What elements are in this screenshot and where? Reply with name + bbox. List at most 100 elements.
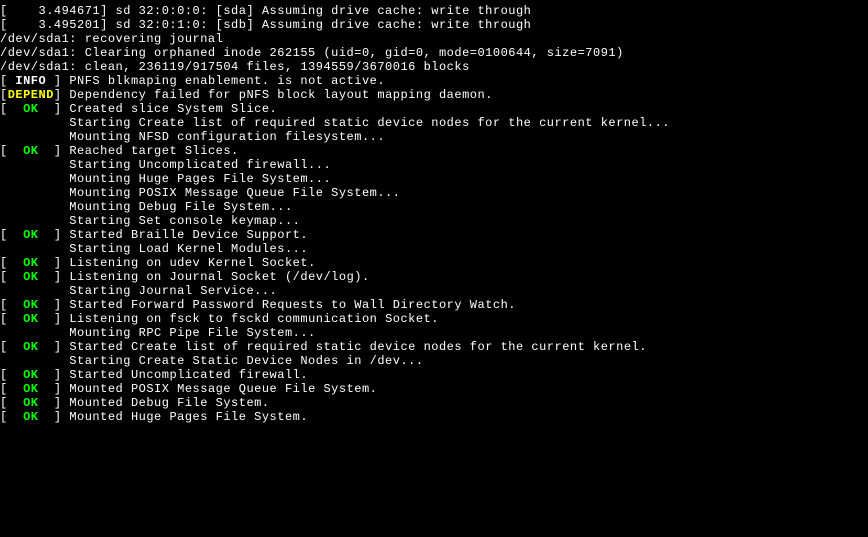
status-message: PNFS blkmaping enablement. is not active… [69,74,385,88]
console-line: [ 3.495201] sd 32:0:1:0: [sdb] Assuming … [0,18,868,32]
status-message: Listening on Journal Socket (/dev/log). [69,270,369,284]
status-bracket: [ [0,410,8,424]
status-bracket: [ [0,74,8,88]
status-message: Reached target Slices. [69,144,238,158]
console-line: Starting Load Kernel Modules... [0,242,868,256]
status-bracket: [ [0,88,8,102]
status-message: Mounted POSIX Message Queue File System. [69,382,377,396]
console-line: Mounting NFSD configuration filesystem..… [0,130,868,144]
console-line: Mounting POSIX Message Queue File System… [0,186,868,200]
status-message: Started Forward Password Requests to Wal… [69,298,516,312]
status-bracket: [ [0,270,8,284]
status-bracket: [ [0,298,8,312]
console-line: [ OK ] Started Braille Device Support. [0,228,868,242]
console-line: [ OK ] Started Uncomplicated firewall. [0,368,868,382]
console-text: /dev/sda1: recovering journal [0,32,223,46]
status-label: OK [8,144,54,158]
console-line: Mounting Huge Pages File System... [0,172,868,186]
console-line: Starting Create Static Device Nodes in /… [0,354,868,368]
console-text: Mounting POSIX Message Queue File System… [0,186,400,200]
console-text: Mounting RPC Pipe File System... [0,326,316,340]
status-message: Started Create list of required static d… [69,340,647,354]
console-line: [ OK ] Created slice System Slice. [0,102,868,116]
status-label: OK [8,340,54,354]
status-bracket: [ [0,228,8,242]
console-line: [ OK ] Started Forward Password Requests… [0,298,868,312]
status-bracket: [ [0,102,8,116]
status-bracket: [ [0,382,8,396]
status-message: Listening on udev Kernel Socket. [69,256,315,270]
console-line: Starting Create list of required static … [0,116,868,130]
console-line: [ OK ] Mounted Debug File System. [0,396,868,410]
console-line: [ OK ] Started Create list of required s… [0,340,868,354]
console-line: [DEPEND] Dependency failed for pNFS bloc… [0,88,868,102]
status-bracket: ] [54,396,69,410]
console-text: Starting Journal Service... [0,284,277,298]
console-text: Starting Set console keymap... [0,214,300,228]
status-label: OK [8,228,54,242]
console-text: /dev/sda1: clean, 236119/917504 files, 1… [0,60,470,74]
console-line: [ OK ] Listening on fsck to fsckd commun… [0,312,868,326]
status-bracket: ] [54,74,69,88]
console-text: [ 3.495201] sd 32:0:1:0: [sdb] Assuming … [0,18,531,32]
status-label: OK [8,312,54,326]
status-bracket: ] [54,270,69,284]
console-line: [ INFO ] PNFS blkmaping enablement. is n… [0,74,868,88]
console-line: [ OK ] Mounted Huge Pages File System. [0,410,868,424]
console-line: /dev/sda1: recovering journal [0,32,868,46]
console-line: [ OK ] Listening on Journal Socket (/dev… [0,270,868,284]
status-message: Dependency failed for pNFS block layout … [69,88,493,102]
status-message: Started Braille Device Support. [69,228,308,242]
console-text: Starting Load Kernel Modules... [0,242,308,256]
status-bracket: ] [54,88,69,102]
status-bracket: ] [54,312,69,326]
status-bracket: [ [0,144,8,158]
console-text: Starting Create Static Device Nodes in /… [0,354,424,368]
console-text: Starting Uncomplicated firewall... [0,158,331,172]
status-label: OK [8,298,54,312]
status-bracket: [ [0,256,8,270]
status-label: OK [8,382,54,396]
status-bracket: [ [0,340,8,354]
status-message: Mounted Huge Pages File System. [69,410,308,424]
console-line: Starting Set console keymap... [0,214,868,228]
console-line: [ OK ] Mounted POSIX Message Queue File … [0,382,868,396]
console-line: [ OK ] Listening on udev Kernel Socket. [0,256,868,270]
status-bracket: ] [54,298,69,312]
status-bracket: ] [54,382,69,396]
console-text: Mounting Debug File System... [0,200,293,214]
console-line: [ 3.494671] sd 32:0:0:0: [sda] Assuming … [0,4,868,18]
status-bracket: ] [54,410,69,424]
status-bracket: [ [0,312,8,326]
console-line: /dev/sda1: Clearing orphaned inode 26215… [0,46,868,60]
status-bracket: ] [54,144,69,158]
status-bracket: [ [0,368,8,382]
console-text: Mounting Huge Pages File System... [0,172,331,186]
console-text: Mounting NFSD configuration filesystem..… [0,130,385,144]
console-line: /dev/sda1: clean, 236119/917504 files, 1… [0,60,868,74]
status-message: Started Uncomplicated firewall. [69,368,308,382]
console-line: Starting Uncomplicated firewall... [0,158,868,172]
status-bracket: ] [54,228,69,242]
status-message: Listening on fsck to fsckd communication… [69,312,439,326]
status-label: OK [8,410,54,424]
console-line: Mounting RPC Pipe File System... [0,326,868,340]
console-text: /dev/sda1: Clearing orphaned inode 26215… [0,46,624,60]
console-line: Mounting Debug File System... [0,200,868,214]
status-bracket: ] [54,340,69,354]
status-label: OK [8,368,54,382]
console-text: [ 3.494671] sd 32:0:0:0: [sda] Assuming … [0,4,531,18]
status-label: INFO [8,74,54,88]
status-label: OK [8,396,54,410]
status-label: OK [8,256,54,270]
status-bracket: ] [54,368,69,382]
status-bracket: ] [54,256,69,270]
status-message: Created slice System Slice. [69,102,277,116]
console-line: [ OK ] Reached target Slices. [0,144,868,158]
console-line: Starting Journal Service... [0,284,868,298]
status-label: OK [8,102,54,116]
status-label: DEPEND [8,88,54,102]
status-message: Mounted Debug File System. [69,396,269,410]
status-label: OK [8,270,54,284]
boot-console: [ 3.494671] sd 32:0:0:0: [sda] Assuming … [0,0,868,424]
